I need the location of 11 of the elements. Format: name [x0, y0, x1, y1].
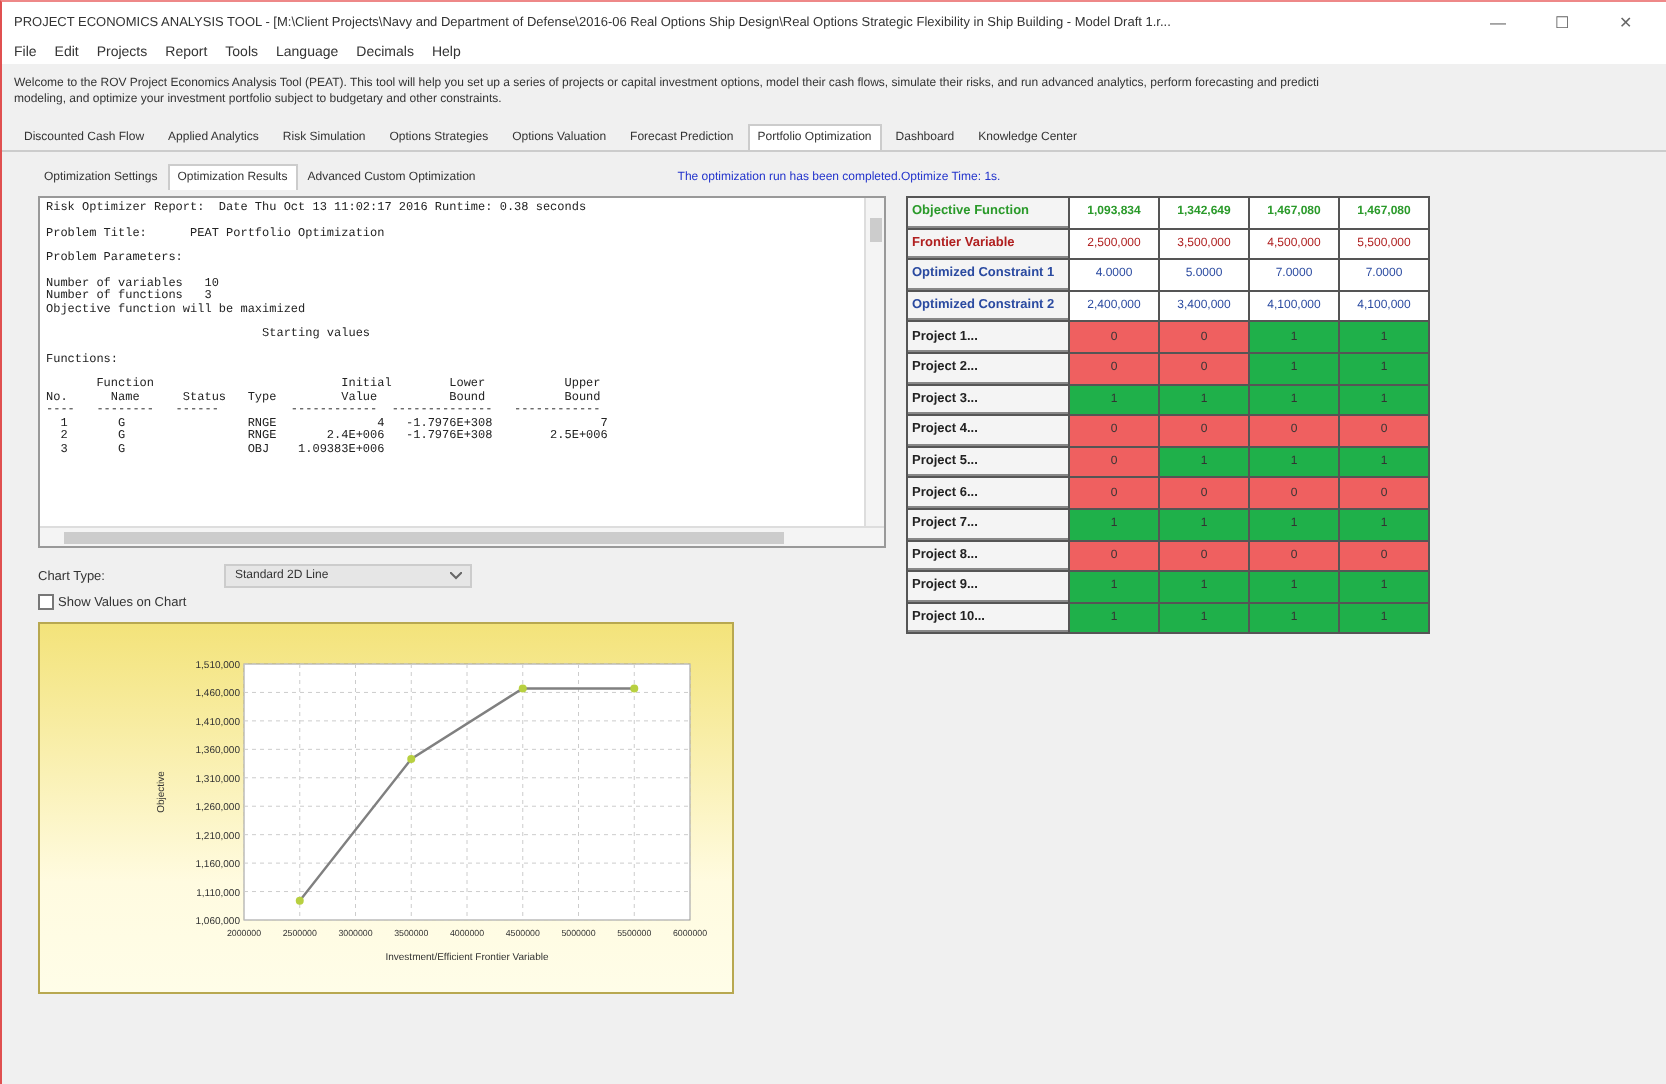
data-point: [518, 684, 527, 693]
caret-icon: [450, 572, 463, 580]
data-point: [407, 755, 416, 763]
checkbox[interactable]: [38, 594, 54, 610]
window-control[interactable]: ☐: [1534, 13, 1590, 31]
horizontal-scrollbar[interactable]: [40, 526, 884, 546]
vertical-scrollbar[interactable]: [864, 198, 884, 526]
data-point: [630, 684, 639, 693]
window-control[interactable]: —: [1470, 13, 1526, 31]
window-control[interactable]: ✕: [1598, 13, 1654, 31]
data-point: [295, 896, 304, 905]
